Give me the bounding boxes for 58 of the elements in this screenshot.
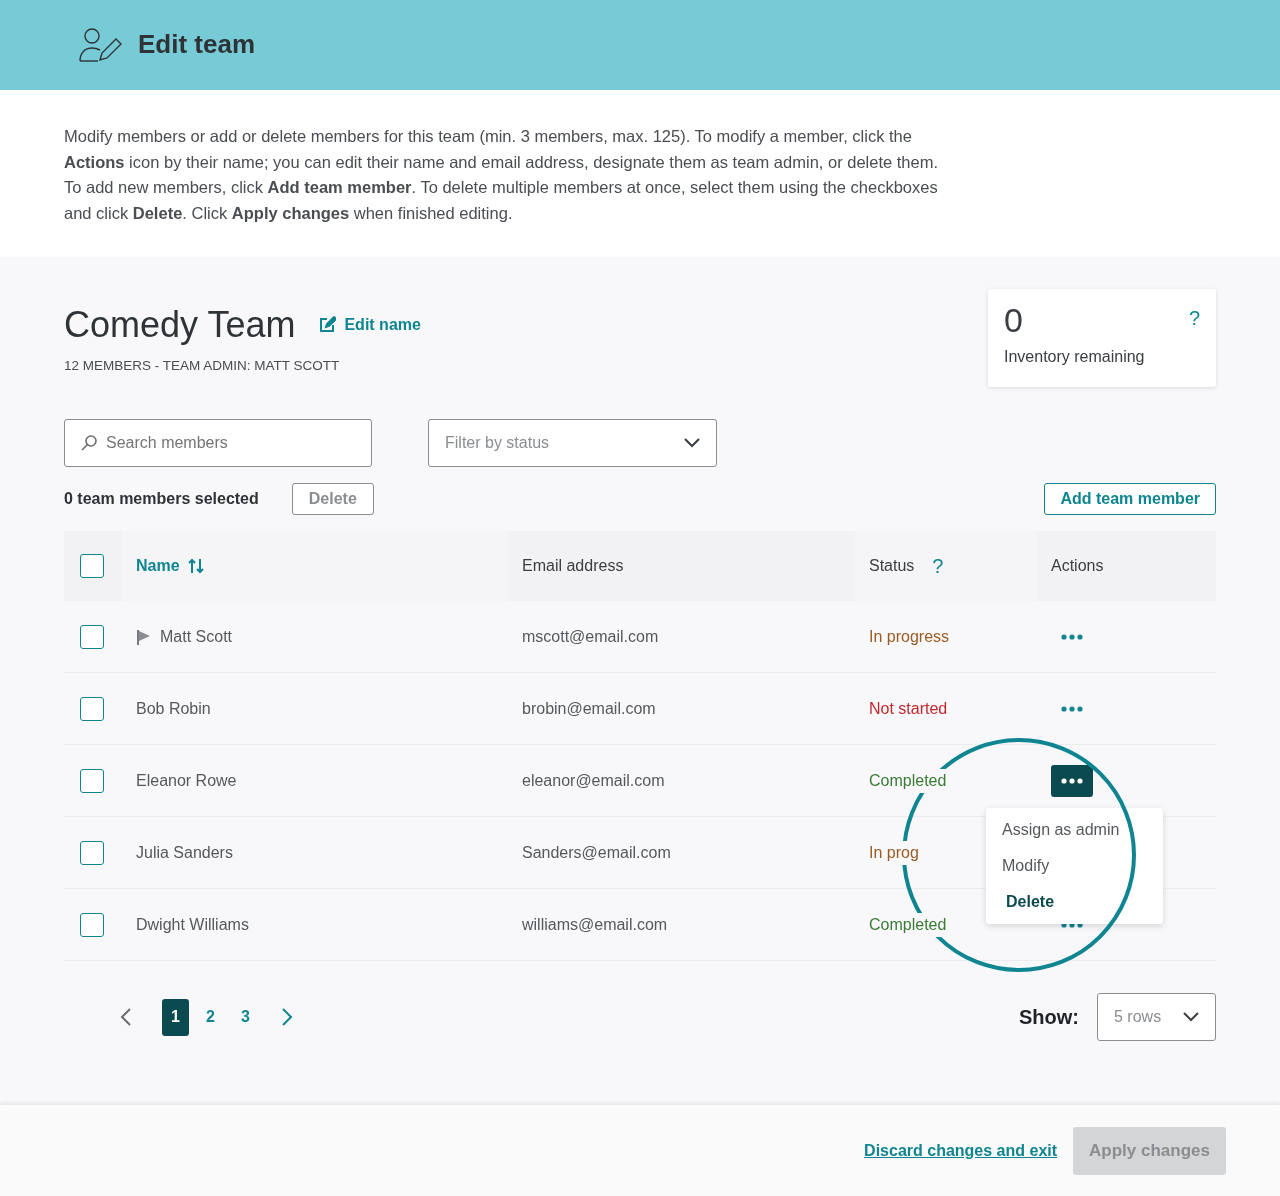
member-email: Sanders@email.com: [522, 842, 671, 863]
ellipsis-icon: [1061, 778, 1083, 785]
chevron-down-icon: [1183, 1012, 1199, 1022]
member-name: Matt Scott: [160, 626, 233, 647]
edit-icon: [319, 316, 337, 334]
column-header: Email address: [522, 556, 624, 576]
rows-dropdown[interactable]: 5 rows: [1097, 993, 1216, 1041]
search-icon: [80, 434, 98, 452]
member-name: Dwight Williams: [136, 914, 249, 935]
status-text: Completed: [869, 768, 947, 793]
page-title: Edit team: [138, 29, 256, 61]
member-email: mscott@email.com: [522, 626, 659, 647]
next-page-icon[interactable]: [281, 1008, 293, 1026]
sort-icon: [187, 558, 204, 574]
menu-item[interactable]: Assign as admin: [986, 812, 1136, 848]
discard-link[interactable]: Discard changes and exit: [864, 1138, 1058, 1163]
member-email: brobin@email.com: [522, 698, 656, 719]
help-button[interactable]: ?: [1188, 303, 1200, 333]
status-filter-dropdown[interactable]: Filter by status: [428, 419, 717, 467]
instructions-text: Modify members or add or delete members for this team (min. 3 members, max. 125). To modify a member, click the Actions icon by their name; you can edit their name and email address, designate them as team admin, or delete them. To add new members, click Add team member. To delete multiple members at once, select them using the checkboxes and click Delete. Click Apply changes when finished editing.: [64, 126, 940, 224]
menu-item[interactable]: Delete: [986, 884, 1071, 920]
member-name: Bob Robin: [136, 698, 211, 719]
previous-page-icon[interactable]: [120, 1008, 132, 1026]
ellipsis-icon: [1061, 634, 1083, 641]
column-header[interactable]: Name: [136, 554, 204, 578]
member-email: williams@email.com: [522, 914, 668, 935]
search-field[interactable]: Search members: [64, 419, 372, 467]
page-button[interactable]: 3: [232, 998, 259, 1036]
column-header: Actions: [1051, 556, 1104, 576]
user-edit-icon: [78, 27, 122, 63]
inventory-count: 0: [1004, 303, 1023, 337]
ellipsis-icon: [1061, 922, 1083, 929]
menu-item[interactable]: Modify: [986, 848, 1066, 884]
selection-count: 0 team members selected: [64, 489, 259, 509]
ellipsis-icon: [1061, 706, 1083, 713]
row-checkbox[interactable]: [80, 840, 104, 865]
member-name: Eleanor Rowe: [136, 770, 237, 791]
select-all-checkbox[interactable]: [80, 554, 104, 578]
member-name: Julia Sanders: [136, 842, 233, 863]
row-checkbox[interactable]: [80, 912, 104, 937]
row-checkbox[interactable]: [80, 696, 104, 721]
team-subtitle: 12 MEMBERS - TEAM ADMIN: MATT SCOTT: [64, 357, 341, 376]
row-checkbox[interactable]: [80, 768, 104, 793]
page-button[interactable]: 1: [162, 998, 189, 1036]
show-label: Show:: [1019, 1005, 1079, 1030]
row-checkbox[interactable]: [80, 624, 104, 649]
column-header: Status: [869, 556, 915, 576]
status-text: In prog: [869, 840, 919, 865]
inventory-label: Inventory remaining: [1004, 347, 1146, 367]
page-button[interactable]: 2: [197, 998, 224, 1036]
add-member-button[interactable]: Add team member: [1044, 483, 1216, 515]
edit-name-link[interactable]: Edit name: [319, 312, 421, 337]
team-name: Comedy Team: [64, 303, 296, 347]
status-text: Completed: [869, 912, 947, 937]
chevron-down-icon: [684, 438, 700, 448]
more-actions-button[interactable]: [1051, 764, 1093, 797]
member-email: eleanor@email.com: [522, 770, 665, 791]
help-button[interactable]: ?: [932, 551, 944, 581]
